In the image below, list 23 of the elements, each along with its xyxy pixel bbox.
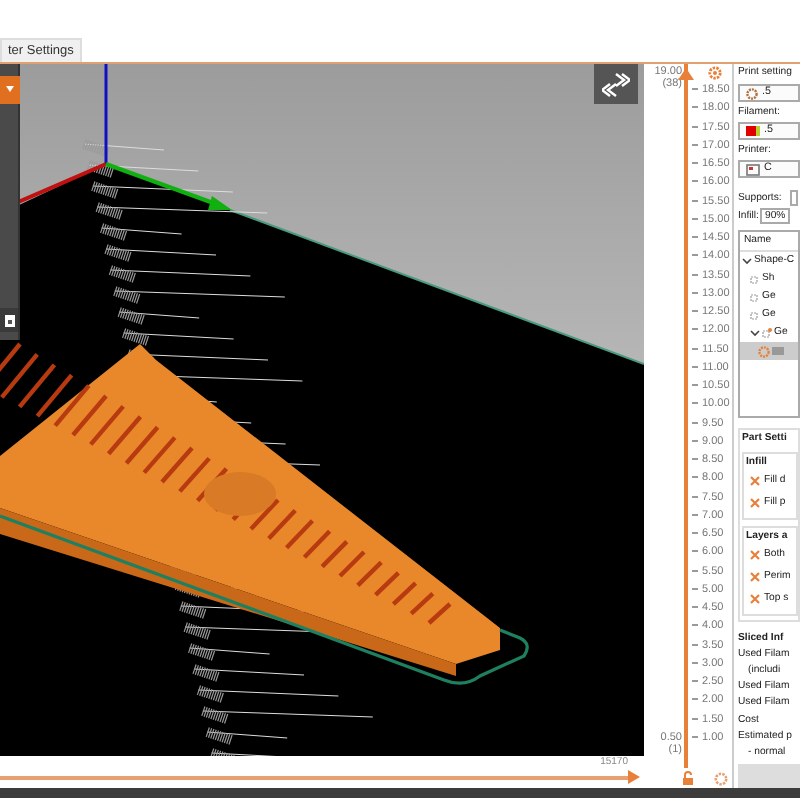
chevron-icon[interactable]	[750, 328, 760, 338]
dropdown-button[interactable]	[0, 76, 20, 104]
close-icon[interactable]	[750, 572, 760, 582]
footer-panel	[738, 764, 800, 788]
slider-thumb[interactable]	[678, 68, 694, 80]
chevron-icon[interactable]	[742, 256, 752, 266]
part-icon	[762, 328, 772, 338]
gear-icon[interactable]	[714, 771, 728, 785]
gear-icon[interactable]	[708, 66, 722, 80]
close-icon[interactable]	[750, 550, 760, 560]
close-icon[interactable]	[750, 594, 760, 604]
gear-icon	[758, 345, 770, 357]
slider-thumb[interactable]	[628, 770, 640, 784]
supports-combo[interactable]	[789, 190, 798, 206]
collapse-button[interactable]	[594, 64, 638, 104]
gear-icon	[746, 87, 758, 99]
close-icon[interactable]	[750, 476, 760, 486]
close-icon[interactable]	[750, 498, 760, 508]
printer-icon	[746, 163, 760, 175]
double-chevron-icon	[602, 70, 630, 98]
toolbar-button[interactable]	[0, 308, 18, 332]
layer-slider-track[interactable]	[682, 64, 690, 768]
lock-icon[interactable]	[682, 770, 694, 786]
